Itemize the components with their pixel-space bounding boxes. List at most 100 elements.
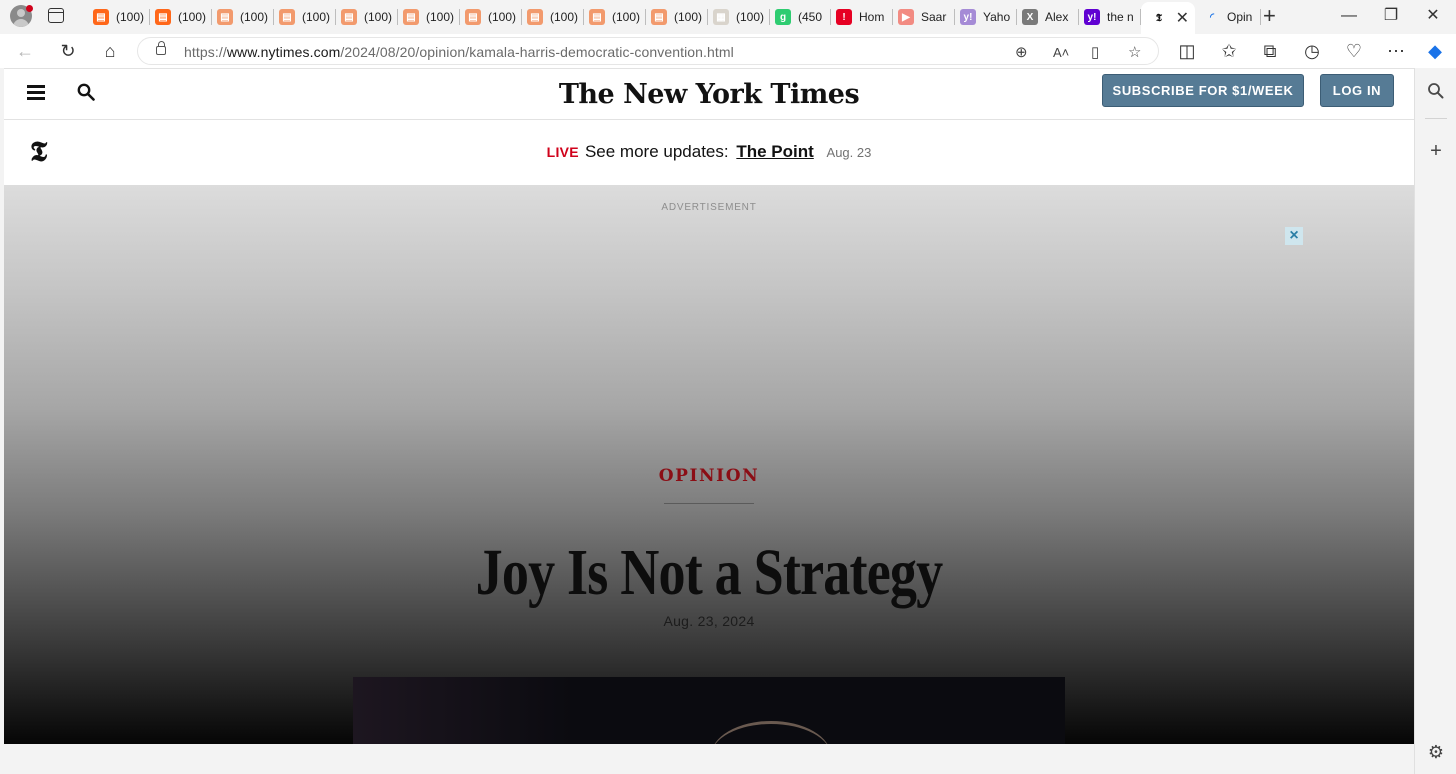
browser-tab-label: (100) [364,10,393,24]
browser-tab-label: (100) [550,10,579,24]
section-divider [664,503,754,504]
yahoo-icon: y! [960,9,976,25]
browser-tab[interactable]: ◜ Opin [1199,4,1261,30]
favorites-icon[interactable]: ✩ [1218,40,1240,62]
substack-icon: ▤ [217,9,233,25]
browser-tab[interactable]: ! Hom [831,4,893,30]
live-updates-row: LIVE See more updates: The Point Aug. 23 [4,142,1414,162]
browser-tab[interactable]: ▤ (100) [522,4,584,30]
youtube-icon: ▶ [898,9,914,25]
notification-dot [26,5,33,12]
substack-icon: ▤ [527,9,543,25]
minimize-icon[interactable]: — [1326,4,1372,28]
substack-icon: ▤ [155,9,171,25]
browser-tab-label: (100) [302,10,331,24]
sidebar-add-icon[interactable]: + [1427,141,1445,161]
browser-tab[interactable]: ▤ (100) [150,4,212,30]
window-bottom-strip [0,744,1414,774]
immersive-reader-icon[interactable]: ▯ [1091,43,1099,61]
browser-tab[interactable]: ▤ (100) [398,4,460,30]
favorite-star-icon[interactable]: ☆ [1128,43,1141,61]
browser-tab[interactable]: ▶ Saar [893,4,955,30]
browser-tab-label: (450 [798,10,823,24]
substack-icon: ▤ [279,9,295,25]
subscribe-button[interactable]: SUBSCRIBE FOR $1/WEEK [1102,74,1304,107]
browser-essentials-icon[interactable]: ♡ [1343,40,1365,62]
copilot-icon[interactable]: ◆ [1424,40,1446,62]
home-icon[interactable]: ⌂ [99,40,121,62]
lock-icon[interactable] [156,41,166,55]
browser-tab-label: (100) [612,10,641,24]
settings-gear-icon[interactable]: ⚙ [1427,743,1445,761]
browser-tab[interactable]: ▤ (100) [646,4,708,30]
browser-tab-label: (100) [240,10,269,24]
browser-tab[interactable]: ▤ (100) [336,4,398,30]
browser-tab-active[interactable]: 𝕿 ✕ [1141,2,1195,34]
publish-date: Aug. 23, 2024 [663,613,755,629]
browser-tab[interactable]: ▦ (100) [708,4,770,30]
browser-tab[interactable]: y! the n [1079,4,1141,30]
article-headline: Joy Is Not a Strategy [475,536,944,609]
history-icon[interactable]: ◷ [1301,40,1323,62]
live-text: See more updates: [584,142,729,161]
red-icon: ! [836,9,852,25]
x-icon: X [1022,9,1038,25]
browser-tab[interactable]: ▤ (100) [212,4,274,30]
page-viewport: The New York Times SUBSCRIBE FOR $1/WEEK… [4,68,1414,744]
browser-tab-label: Yaho [983,10,1011,24]
back-arrow-icon[interactable]: ← [14,40,36,62]
live-updates-bar: 𝕿 LIVE See more updates: The Point Aug. 2… [4,120,1414,185]
article-hero: ADVERTISEMENT × OPINION Joy Is Not a Str… [4,185,1414,744]
substack-icon: ▤ [589,9,605,25]
browser-tab-label: Opin [1227,10,1253,24]
address-bar[interactable]: https://www.nytimes.com/2024/08/20/opini… [137,37,1159,65]
advertisement-label: ADVERTISEMENT [661,202,757,213]
browser-tab[interactable]: ▤ (100) [460,4,522,30]
close-window-icon[interactable]: ✕ [1410,4,1456,28]
close-tab-icon[interactable]: ✕ [1176,8,1189,28]
browser-tab-label: (100) [426,10,455,24]
green-g-icon: g [775,9,791,25]
new-tab-plus-icon[interactable]: + [1263,3,1276,29]
tab-actions-icon[interactable] [48,8,64,23]
maximize-icon[interactable]: ❐ [1368,4,1414,28]
url-text[interactable]: https://www.nytimes.com/2024/08/20/opini… [184,44,734,60]
browser-tab-label: (100) [178,10,207,24]
browser-tab[interactable]: ▤ (100) [274,4,336,30]
sidebar-search-icon[interactable] [1427,82,1445,100]
tab-strip: ▤ (100) ▤ (100) ▤ (100) ▤ (100) ▤ (100) ▤ (100) ▤ (10… [0,0,1456,34]
browser-tab-label: (100) [116,10,145,24]
split-screen-icon[interactable]: ◫ [1176,40,1198,62]
sidebar-divider [1425,118,1447,119]
browser-tab-label: (100) [488,10,517,24]
lead-image [353,677,1065,744]
substack-icon: ▤ [465,9,481,25]
loading-icon: ◜ [1210,11,1214,23]
browser-tab[interactable]: ▤ (100) [584,4,646,30]
ad-close-icon[interactable]: × [1285,227,1303,245]
browser-tab[interactable]: y! Yaho [955,4,1017,30]
substack-icon: ▤ [93,9,109,25]
browser-tab-label: (100) [736,10,765,24]
yahoo-icon: y! [1084,9,1100,25]
edge-sidebar: + ⚙ [1414,68,1456,774]
browser-tab[interactable]: g (450 [770,4,831,30]
live-label: LIVE [546,144,579,160]
zoom-icon[interactable]: ⊕ [1015,43,1028,61]
substack-icon: ▤ [341,9,357,25]
section-label[interactable]: OPINION [4,466,1414,486]
more-menu-icon[interactable]: ⋯ [1385,40,1407,62]
the-point-link[interactable]: The Point [736,142,813,161]
browser-tab[interactable]: ▤ (100) [88,4,150,30]
login-button[interactable]: LOG IN [1320,74,1394,107]
substack-icon: ▤ [403,9,419,25]
collections-icon[interactable]: ⧉ [1259,40,1281,62]
tab-separator [1260,9,1261,25]
nyt-header: The New York Times SUBSCRIBE FOR $1/WEEK… [4,69,1414,120]
read-aloud-icon[interactable]: A˄ [1053,45,1069,60]
refresh-icon[interactable]: ↻ [57,40,79,62]
substack-icon: ▤ [651,9,667,25]
nyt-icon: 𝕿 [1155,12,1163,24]
browser-tab-label: Hom [859,10,885,24]
browser-tab[interactable]: X Alex [1017,4,1079,30]
